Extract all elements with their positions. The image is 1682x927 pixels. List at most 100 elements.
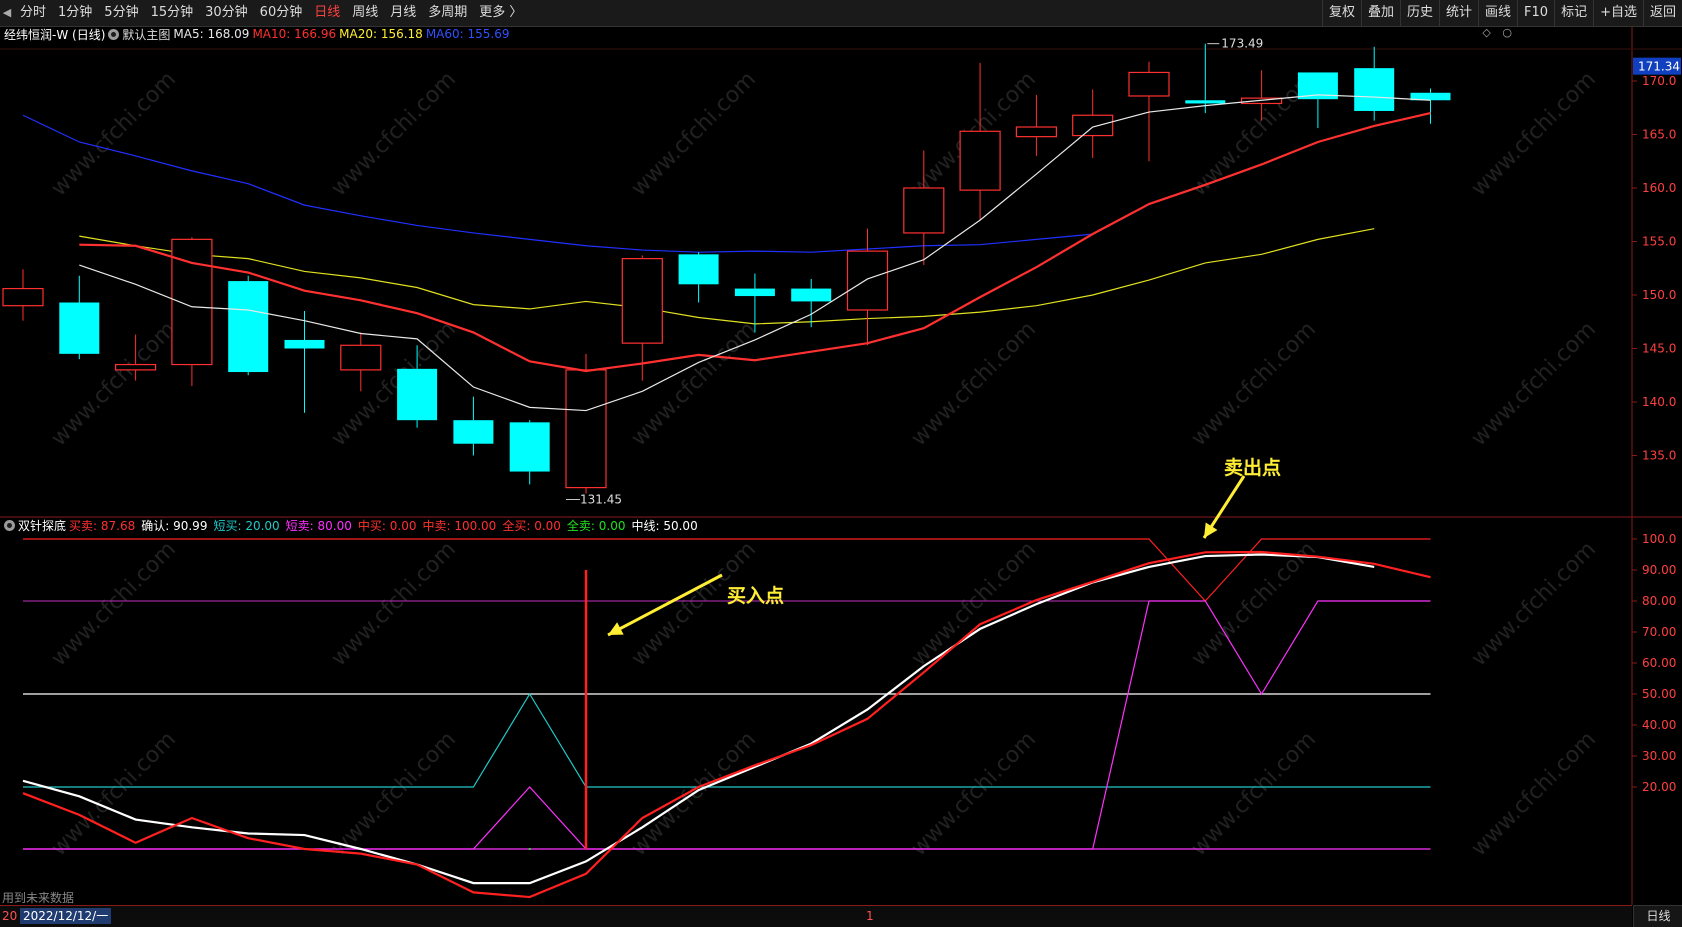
sub-legend-value: 87.68 xyxy=(100,518,136,533)
price-tick-label: 145.0 xyxy=(1642,342,1676,356)
watermark-text: www.cfchi.com xyxy=(907,727,1041,861)
main-indicator-bar: 经纬恒润-W (日线) 默认主图 MA5: 168.09 MA10: 166.96… xyxy=(4,25,516,43)
left-arrow-icon[interactable]: ◀ xyxy=(0,0,14,26)
ma20-line xyxy=(79,228,1375,325)
sub-tick-label: 30.00 xyxy=(1642,749,1676,763)
period-tab-2[interactable]: 5分钟 xyxy=(98,0,144,26)
tool-button-6[interactable]: 标记 xyxy=(1554,0,1593,26)
candle-body xyxy=(1185,100,1226,104)
period-tab-8[interactable]: 月线 xyxy=(384,0,422,26)
period-bar: ◀ 分时 1分钟 5分钟 15分钟 30分钟 60分钟 日线 周线 月线 多周期 更多 〉 xyxy=(0,0,528,26)
price-tick-label: 150.0 xyxy=(1642,288,1676,302)
high-price-label: 173.49 xyxy=(1221,37,1263,51)
candle-body xyxy=(903,187,945,234)
tool-button-2[interactable]: 历史 xyxy=(1399,0,1439,26)
watermark-text: www.cfchi.com xyxy=(1467,317,1601,451)
time-axis-bar: 20 2022/12/12/一 1 xyxy=(0,905,1632,927)
period-tab-0[interactable]: 分时 xyxy=(14,0,52,26)
watermark-text: www.cfchi.com xyxy=(1187,317,1321,451)
candle-body xyxy=(284,339,325,349)
price-tick-label: 135.0 xyxy=(1642,449,1676,463)
candle-body xyxy=(340,344,382,371)
candle-body xyxy=(1128,71,1170,97)
template-name[interactable]: 默认主图 xyxy=(122,26,170,43)
circle-icon[interactable]: ○ xyxy=(1502,26,1512,39)
sub-tick-label: 40.00 xyxy=(1642,718,1676,732)
sub-tick-label: 80.00 xyxy=(1642,594,1676,608)
sub-legend-value: 0.00 xyxy=(598,518,626,533)
period-tab-1[interactable]: 1分钟 xyxy=(52,0,98,26)
period-tab-6[interactable]: 日线 xyxy=(308,0,346,26)
candle-body xyxy=(959,130,1001,191)
toolbar: ◀ 分时 1分钟 5分钟 15分钟 30分钟 60分钟 日线 周线 月线 多周期 更多 〉 复权 叠加… xyxy=(0,0,1682,27)
watermark-text: www.cfchi.com xyxy=(1467,67,1601,201)
period-tab-10[interactable]: 更多 〉 xyxy=(473,0,528,26)
tool-button-4[interactable]: 画线 xyxy=(1478,0,1517,26)
watermark-text: www.cfchi.com xyxy=(327,727,461,861)
panel-corner-icons: ◇ ○ xyxy=(1474,26,1512,39)
period-tab-9[interactable]: 多周期 xyxy=(422,0,473,26)
candle-body xyxy=(114,363,157,371)
watermark-text: www.cfchi.com xyxy=(1467,727,1601,861)
tool-button-3[interactable]: 统计 xyxy=(1439,0,1478,26)
sub-legend-value: 90.99 xyxy=(173,518,208,533)
future-data-note: 用到未来数据 xyxy=(2,891,75,905)
gear-icon[interactable] xyxy=(4,519,15,531)
sub-legend-item: 全卖: 0.00 xyxy=(566,518,626,533)
sub-legend-value: 50.00 xyxy=(663,518,698,533)
sub-legend-item: 中买: 0.00 xyxy=(357,518,417,533)
candle-body xyxy=(791,288,832,302)
watermark-text: www.cfchi.com xyxy=(47,727,181,861)
candle-body xyxy=(509,422,550,472)
candle-body xyxy=(59,302,100,354)
period-tab-7[interactable]: 周线 xyxy=(346,0,384,26)
diamond-icon[interactable]: ◇ xyxy=(1482,26,1490,39)
date-cursor-label: 2022/12/12/一 xyxy=(20,908,112,924)
ma-legend-item: MA60: 155.69 xyxy=(425,27,510,41)
candle-body xyxy=(565,369,607,489)
watermark-text: www.cfchi.com xyxy=(1187,727,1321,861)
chart-area[interactable]: 170.0 165.0 160.0 155.0 150.0 145.0 140.0 135.0… xyxy=(0,27,1682,905)
sub-legend-value: 80.00 xyxy=(317,518,352,533)
period-tab-3[interactable]: 15分钟 xyxy=(145,0,200,26)
tool-button-1[interactable]: 叠加 xyxy=(1360,0,1400,26)
sub-legend-item: 中卖: 100.00 xyxy=(422,518,497,533)
last-price-label: 171.34 xyxy=(1638,60,1680,74)
buy-point-annotation: 买入点 xyxy=(727,585,785,607)
watermark-text: www.cfchi.com xyxy=(1467,537,1601,671)
period-tab-4[interactable]: 30分钟 xyxy=(199,0,254,26)
sub-legend-value: 20.00 xyxy=(245,518,280,533)
period-list: 分时 1分钟 5分钟 15分钟 30分钟 60分钟 日线 周线 月线 多周期 更多 〉 xyxy=(14,0,528,26)
candle-body xyxy=(678,254,719,285)
candle-body xyxy=(1354,68,1395,111)
watermark-text: www.cfchi.com xyxy=(907,537,1041,671)
sell-arrow-head xyxy=(1204,522,1218,538)
period-tab[interactable]: 日线 xyxy=(1633,905,1682,927)
sub-tick-label: 20.00 xyxy=(1642,780,1676,794)
period-tab-5[interactable]: 60分钟 xyxy=(254,0,309,26)
sub-indicator-title[interactable]: 双针探底 xyxy=(18,517,66,534)
sub-legend-value: 0.00 xyxy=(534,518,561,533)
ma-legend-item: MA20: 156.18 xyxy=(339,27,423,41)
tool-button-5[interactable]: F10 xyxy=(1517,0,1554,26)
candle-body xyxy=(846,250,889,311)
sub-legend-item: 买卖: 87.68 xyxy=(69,518,136,533)
price-tick-label: 140.0 xyxy=(1642,395,1676,409)
candle-body xyxy=(453,420,494,444)
stock-title[interactable]: 经纬恒润-W (日线) xyxy=(4,26,105,43)
gear-icon[interactable] xyxy=(108,28,120,40)
sub-legend-item: 全买: 0.00 xyxy=(502,518,561,533)
watermark-text: www.cfchi.com xyxy=(327,537,461,671)
sell-point-annotation: 卖出点 xyxy=(1224,457,1282,479)
watermark-text: www.cfchi.com xyxy=(47,67,181,201)
sub-tick-label: 60.00 xyxy=(1642,656,1676,670)
sub-legend-value: 100.00 xyxy=(454,518,497,533)
tool-button-0[interactable]: 复权 xyxy=(1321,0,1361,26)
candle-body xyxy=(1015,126,1058,138)
sub-legend: 买卖: 87.68 确认: 90.99 短买: 20.00 短卖: 80.00 中买: … xyxy=(69,517,704,534)
sub-tick-label: 90.00 xyxy=(1642,563,1676,577)
tool-button-8[interactable]: 返回 xyxy=(1642,0,1682,26)
price-tick-label: 160.0 xyxy=(1642,181,1676,195)
candle-body xyxy=(621,258,663,344)
tool-button-7[interactable]: +自选 xyxy=(1593,0,1643,26)
